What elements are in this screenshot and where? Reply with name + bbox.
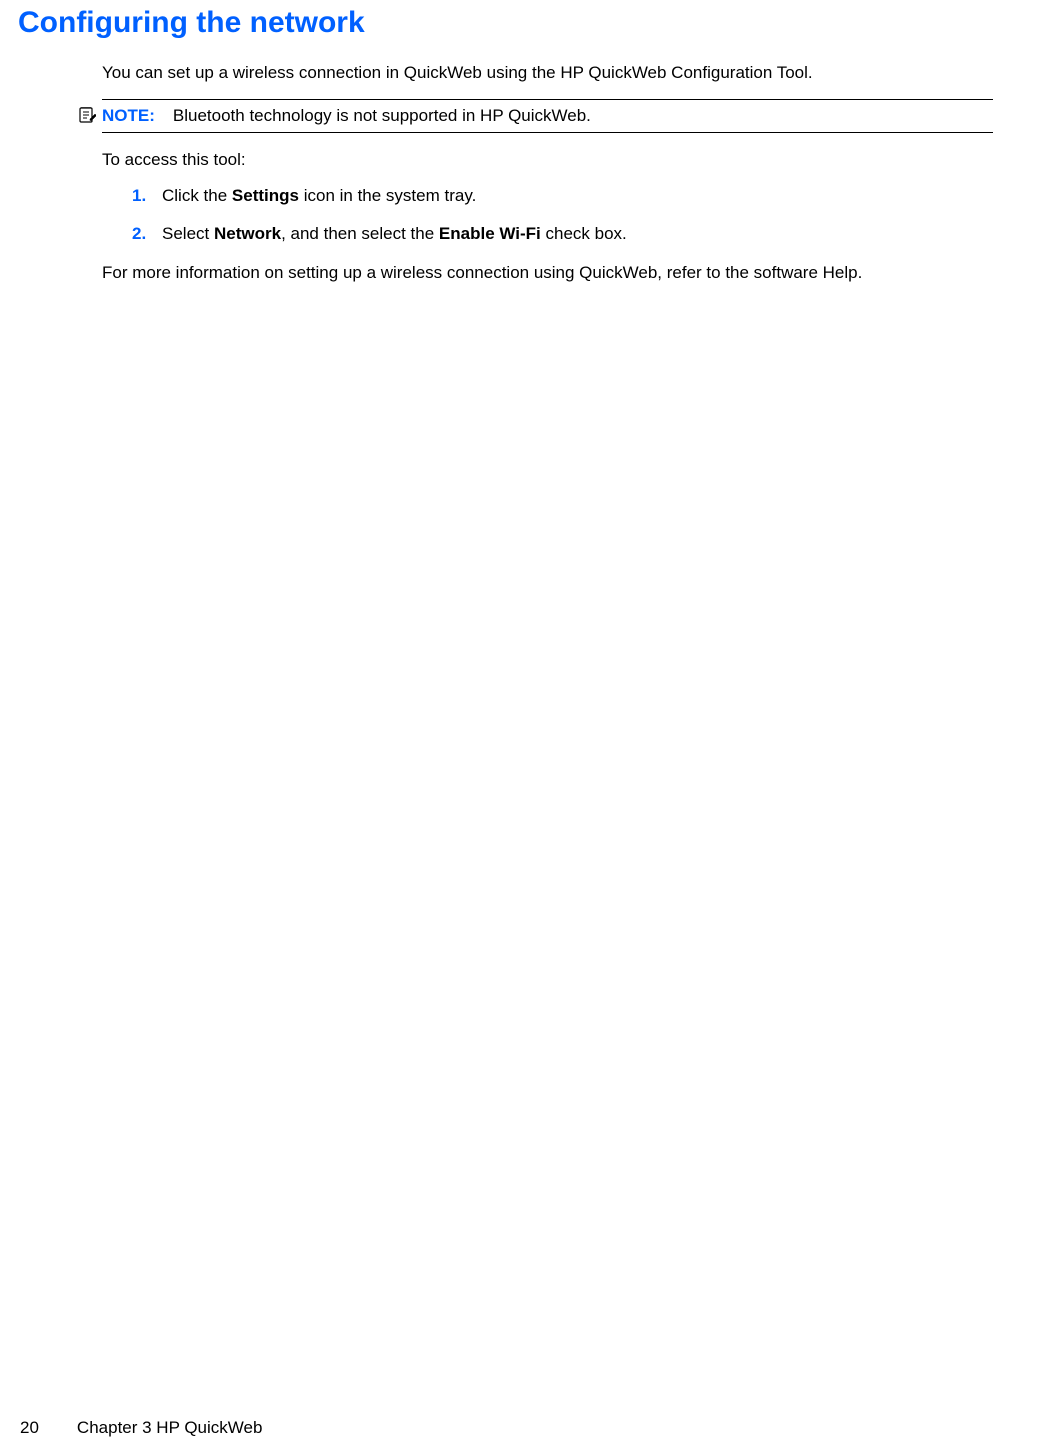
step-text-pre: Click the xyxy=(162,186,232,205)
step-body: Click the Settings icon in the system tr… xyxy=(162,186,476,206)
section-heading: Configuring the network xyxy=(18,6,993,40)
step-text-post: check box. xyxy=(541,224,627,243)
step-2: 2. Select Network, and then select the E… xyxy=(132,224,993,244)
access-intro: To access this tool: xyxy=(102,149,993,172)
note-block: NOTE: Bluetooth technology is not suppor… xyxy=(102,99,993,133)
step-1: 1. Click the Settings icon in the system… xyxy=(132,186,993,206)
page-footer: 20 Chapter 3 HP QuickWeb xyxy=(20,1418,262,1438)
step-text-pre: Select xyxy=(162,224,214,243)
note-icon xyxy=(78,106,96,124)
note-text: Bluetooth technology is not supported in… xyxy=(173,106,591,126)
outro-paragraph: For more information on setting up a wir… xyxy=(102,262,993,285)
step-number: 1. xyxy=(132,186,162,206)
note-label: NOTE: xyxy=(102,106,155,126)
step-text-post: icon in the system tray. xyxy=(299,186,476,205)
step-body: Select Network, and then select the Enab… xyxy=(162,224,627,244)
intro-paragraph: You can set up a wireless connection in … xyxy=(102,62,993,85)
step-text-mid: , and then select the xyxy=(281,224,439,243)
footer-chapter: Chapter 3 HP QuickWeb xyxy=(77,1418,263,1438)
step-number: 2. xyxy=(132,224,162,244)
footer-page-number: 20 xyxy=(20,1418,39,1438)
document-page: Configuring the network You can set up a… xyxy=(0,6,1053,1448)
step-bold: Settings xyxy=(232,186,299,205)
step-bold: Network xyxy=(214,224,281,243)
step-bold: Enable Wi-Fi xyxy=(439,224,541,243)
